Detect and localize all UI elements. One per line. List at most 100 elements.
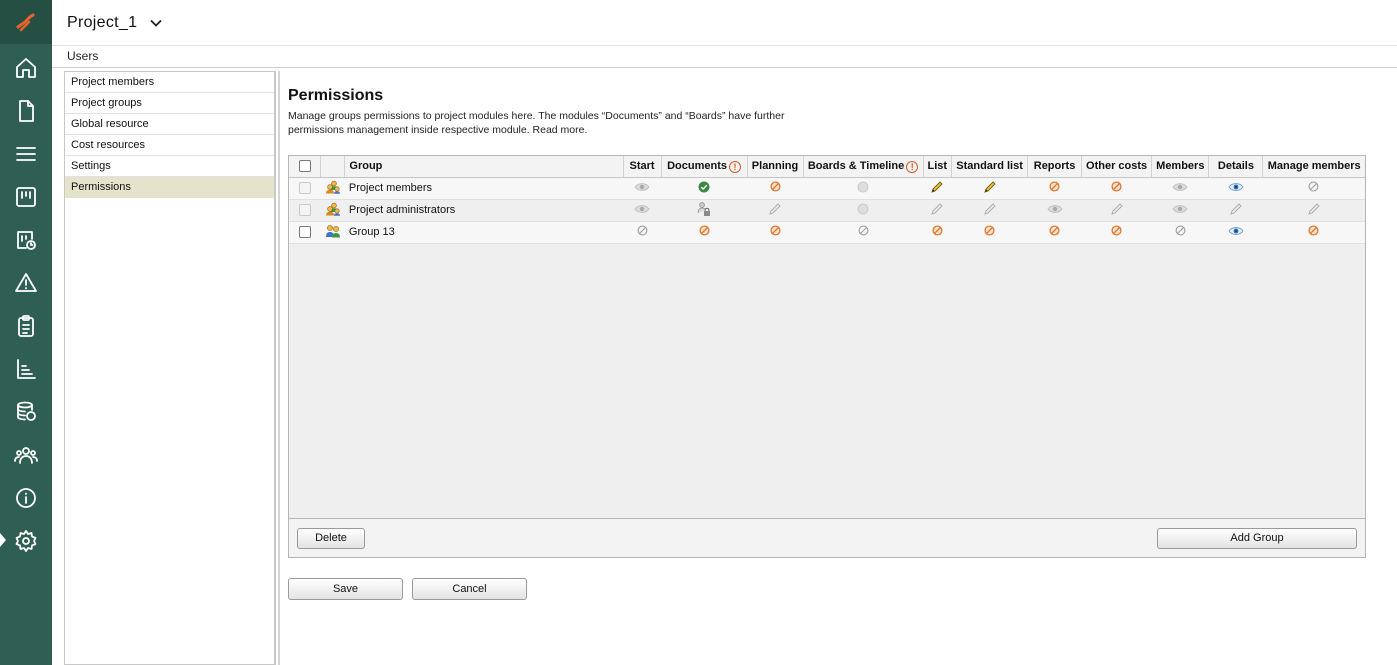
- perm-cell-members[interactable]: [1151, 177, 1209, 200]
- submenu-item-project-groups[interactable]: Project groups: [65, 93, 274, 114]
- perm-cell-planning[interactable]: [747, 177, 804, 200]
- perm-cell-start[interactable]: [623, 177, 662, 200]
- column-reports[interactable]: Reports: [1027, 156, 1083, 178]
- group-users-icon: [325, 202, 341, 219]
- submenu-item-global-resource[interactable]: Global resource: [65, 114, 274, 135]
- nav-boards[interactable]: [0, 175, 52, 218]
- deny-orange-icon: [769, 181, 781, 195]
- perm-cell-boards-timeline[interactable]: [803, 177, 923, 200]
- perm-cell-other-costs[interactable]: [1081, 177, 1152, 200]
- perm-cell-details[interactable]: [1208, 221, 1263, 244]
- perm-cell-boards-timeline[interactable]: [803, 221, 923, 244]
- select-all-header: [289, 156, 322, 178]
- column-manage-members[interactable]: Manage members: [1262, 156, 1365, 178]
- perm-cell-members[interactable]: [1151, 221, 1209, 244]
- table-row[interactable]: Group 13: [289, 221, 1365, 244]
- select-all-checkbox[interactable]: [298, 160, 311, 173]
- perm-cell-planning[interactable]: [747, 199, 804, 222]
- save-button[interactable]: Save: [288, 578, 403, 600]
- perm-cell-documents[interactable]: [661, 199, 748, 222]
- perm-cell-details[interactable]: [1208, 177, 1263, 200]
- column-standard-list[interactable]: Standard list: [951, 156, 1029, 178]
- perm-cell-list[interactable]: [923, 199, 952, 222]
- edit-grey-icon: [1110, 202, 1124, 219]
- add-group-button[interactable]: Add Group: [1157, 528, 1357, 549]
- nav-users[interactable]: [0, 433, 52, 476]
- column-list[interactable]: List: [923, 156, 953, 178]
- row-checkbox[interactable]: [298, 226, 311, 239]
- grid-footer: Delete Add Group: [289, 518, 1365, 557]
- perm-cell-list[interactable]: [923, 177, 952, 200]
- view-grey-icon: [1047, 203, 1063, 218]
- column-planning[interactable]: Planning: [747, 156, 804, 178]
- column-other-costs[interactable]: Other costs: [1081, 156, 1153, 178]
- column-documents[interactable]: Documents!: [661, 156, 748, 178]
- nav-tasks[interactable]: [0, 304, 52, 347]
- view-grey-icon: [634, 181, 650, 196]
- permissions-table: Group Start Documents! Planning Boards &…: [289, 156, 1365, 244]
- calendar-clock-icon: [17, 230, 36, 250]
- nav-timeline[interactable]: [0, 218, 52, 261]
- perm-cell-planning[interactable]: [747, 221, 804, 244]
- perm-cell-reports[interactable]: [1027, 221, 1082, 244]
- deny-grey-icon: [637, 225, 648, 239]
- perm-cell-members[interactable]: [1151, 199, 1209, 222]
- edit-grey-icon: [1307, 202, 1321, 219]
- perm-cell-start[interactable]: [623, 199, 662, 222]
- nav-settings[interactable]: [0, 519, 52, 562]
- perm-cell-manage-members[interactable]: [1262, 177, 1365, 200]
- nav-issues[interactable]: [0, 261, 52, 304]
- group-name[interactable]: Project administrators: [344, 199, 624, 222]
- nav-info[interactable]: [0, 476, 52, 519]
- perm-cell-manage-members[interactable]: [1262, 199, 1365, 222]
- nav-home[interactable]: [0, 46, 52, 89]
- deny-grey-icon: [858, 225, 869, 239]
- table-row[interactable]: Project members: [289, 177, 1365, 200]
- column-documents-label: Documents: [667, 159, 727, 172]
- chevron-down-icon[interactable]: [149, 16, 163, 30]
- submenu-item-project-members[interactable]: Project members: [65, 72, 274, 93]
- perm-cell-standard-list[interactable]: [951, 221, 1028, 244]
- perm-cell-other-costs[interactable]: [1081, 221, 1152, 244]
- column-details[interactable]: Details: [1208, 156, 1264, 178]
- column-boards-timeline[interactable]: Boards & Timeline!: [803, 156, 924, 178]
- table-row[interactable]: Project administrators: [289, 199, 1365, 222]
- perm-cell-reports[interactable]: [1027, 199, 1082, 222]
- nav-list[interactable]: [0, 132, 52, 175]
- app-logo[interactable]: [0, 0, 52, 44]
- edit-grey-icon: [1229, 202, 1243, 219]
- perm-cell-boards-timeline[interactable]: [803, 199, 923, 222]
- group-name[interactable]: Project members: [344, 177, 624, 200]
- perm-cell-details[interactable]: [1208, 199, 1263, 222]
- cancel-button[interactable]: Cancel: [412, 578, 527, 600]
- deny-orange-icon: [984, 225, 995, 239]
- perm-cell-reports[interactable]: [1027, 177, 1082, 200]
- nav-documents[interactable]: [0, 89, 52, 132]
- perm-cell-other-costs[interactable]: [1081, 199, 1152, 222]
- submenu-item-settings[interactable]: Settings: [65, 156, 274, 177]
- documents-info-icon[interactable]: !: [728, 160, 741, 173]
- nav-costs[interactable]: [0, 390, 52, 433]
- submenu-item-cost-resources[interactable]: Cost resources: [65, 135, 274, 156]
- perm-cell-start[interactable]: [623, 221, 662, 244]
- boards-info-icon[interactable]: !: [906, 160, 919, 173]
- top-header: Project_1: [52, 0, 1397, 46]
- column-start[interactable]: Start: [623, 156, 662, 178]
- column-group[interactable]: Group: [344, 156, 624, 178]
- row-checkbox: [298, 182, 311, 195]
- perm-cell-list[interactable]: [923, 221, 952, 244]
- submenu-item-permissions[interactable]: Permissions: [65, 177, 274, 198]
- perm-cell-documents[interactable]: [661, 221, 748, 244]
- delete-button[interactable]: Delete: [297, 528, 365, 549]
- perm-cell-standard-list[interactable]: [951, 177, 1028, 200]
- nav-reports[interactable]: [0, 347, 52, 390]
- panel-splitter[interactable]: [278, 71, 280, 665]
- project-title[interactable]: Project_1: [67, 14, 137, 32]
- perm-cell-manage-members[interactable]: [1262, 221, 1365, 244]
- users-submenu: Project members Project groups Global re…: [64, 71, 276, 665]
- view-grey-icon: [1172, 181, 1188, 196]
- perm-cell-documents[interactable]: [661, 177, 748, 200]
- perm-cell-standard-list[interactable]: [951, 199, 1028, 222]
- group-name[interactable]: Group 13: [344, 221, 624, 244]
- column-members[interactable]: Members: [1151, 156, 1210, 178]
